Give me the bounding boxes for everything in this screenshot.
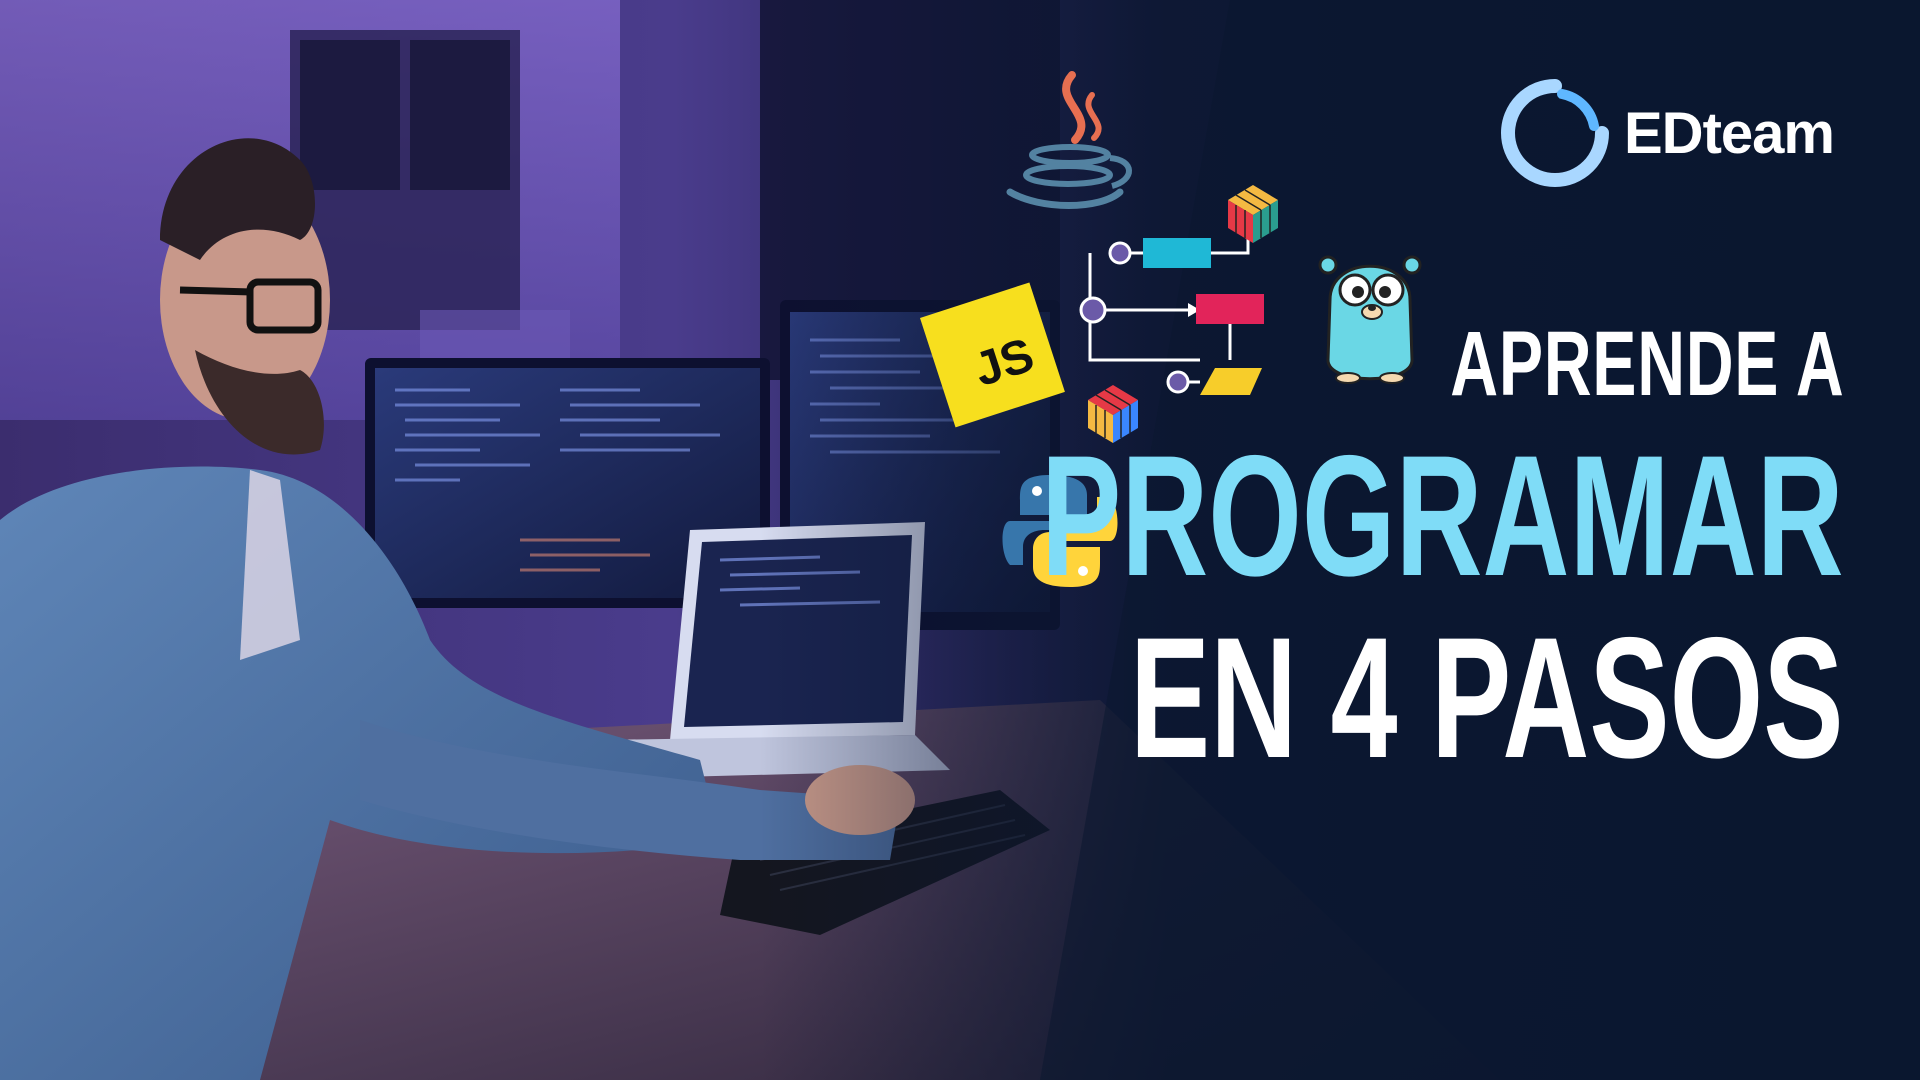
edteam-logo-icon bbox=[1501, 79, 1609, 187]
thumbnail-scene: JS EDteam APRENDE A PROGRAMAR EN 4 PASOS bbox=[0, 0, 1920, 1080]
headline-line-3: EN 4 PASOS bbox=[1130, 602, 1844, 794]
brand-name: EDteam bbox=[1624, 100, 1835, 166]
edteam-brand: EDteam bbox=[1500, 78, 1840, 188]
headline-line-1: APRENDE A bbox=[1449, 313, 1844, 415]
headline-line-2: PROGRAMAR bbox=[1041, 420, 1844, 612]
